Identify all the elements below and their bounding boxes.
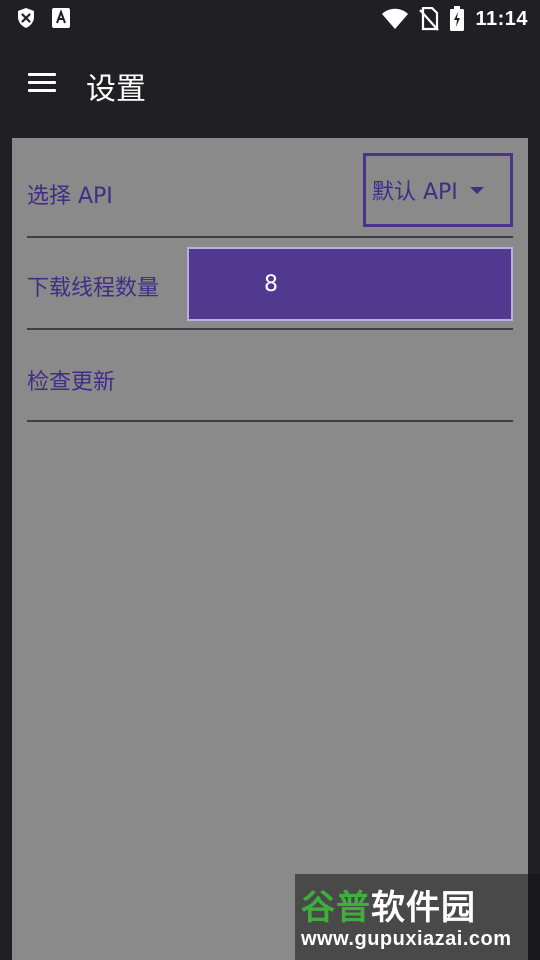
threads-input[interactable]	[187, 247, 513, 321]
status-time: 11:14	[475, 7, 528, 30]
threads-setting-row: 下载线程数量	[27, 238, 513, 330]
check-update-row[interactable]: 检查更新	[27, 330, 513, 422]
watermark-title: 谷普软件园	[301, 880, 476, 929]
font-icon	[52, 8, 70, 28]
api-setting-label: 选择 API	[27, 184, 113, 209]
check-update-label: 检查更新	[27, 370, 116, 395]
status-bar-right: 11:14	[381, 6, 528, 32]
caret-down-icon	[469, 186, 484, 194]
api-select-value: 默认 API	[372, 180, 458, 205]
menu-icon[interactable]	[28, 73, 56, 93]
threads-setting-label: 下载线程数量	[27, 276, 160, 301]
settings-panel: 选择 API 默认 API 下载线程数量 检查更新	[12, 138, 528, 960]
watermark-logo: 谷普软件园 www.gupuxiazai.com	[295, 874, 540, 960]
api-setting-row: 选择 API 默认 API	[27, 146, 513, 238]
wifi-icon	[381, 8, 409, 30]
status-bar-left	[16, 7, 70, 29]
watermark-title-part1: 谷普	[301, 888, 371, 928]
battery-icon	[449, 6, 465, 32]
watermark-title-part2: 软件园	[371, 888, 476, 928]
page-title: 设置	[86, 72, 146, 107]
no-sim-icon	[419, 7, 440, 31]
api-select-dropdown[interactable]: 默认 API	[363, 153, 513, 227]
app-bar: 设置	[0, 38, 540, 134]
watermark-url: www.gupuxiazai.com	[301, 928, 512, 950]
shield-icon	[16, 7, 36, 29]
status-bar: 11:14	[0, 0, 540, 38]
